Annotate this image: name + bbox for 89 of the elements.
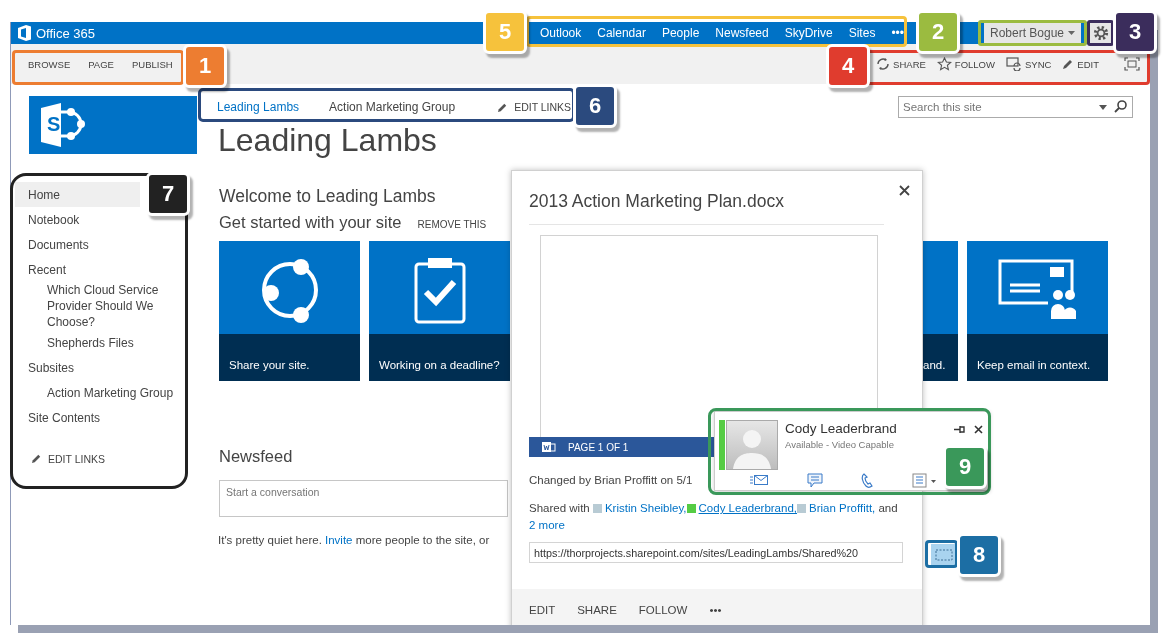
nav-subitem[interactable]: Action Marketing Group xyxy=(15,380,179,405)
phone-icon[interactable] xyxy=(861,472,874,488)
top-nav-link[interactable]: Leading Lambs xyxy=(217,100,300,114)
office-logo-icon xyxy=(18,25,32,41)
person-link[interactable]: Cody Leaderbrand, xyxy=(698,502,797,514)
suite-link[interactable]: Calendar xyxy=(597,26,646,40)
tile-caption: and. xyxy=(922,334,958,381)
callout-number: 5 xyxy=(483,10,527,54)
share-button[interactable]: SHARE xyxy=(876,57,926,71)
nav-subitem[interactable]: Shepherds Files xyxy=(15,330,179,355)
callout-number: 7 xyxy=(146,172,190,216)
top-nav-link[interactable]: Action Marketing Group xyxy=(329,100,456,114)
word-icon xyxy=(542,441,556,453)
callout-number: 3 xyxy=(1113,10,1157,54)
callout-number: 8 xyxy=(957,533,1001,577)
tile-caption: Share your site. xyxy=(219,334,360,381)
callout-number: 4 xyxy=(826,44,870,88)
pencil-icon xyxy=(497,101,509,113)
site-logo[interactable]: S xyxy=(29,96,197,154)
edit-links-button[interactable]: EDIT LINKS xyxy=(497,101,572,113)
chat-icon[interactable] xyxy=(806,472,823,488)
close-icon[interactable] xyxy=(899,185,910,196)
sync-icon xyxy=(1005,57,1022,71)
invite-link[interactable]: Invite xyxy=(325,534,353,546)
ribbon-tab[interactable]: PUBLISH xyxy=(131,58,173,70)
follow-button[interactable]: FOLLOW xyxy=(936,57,995,71)
suite-link[interactable]: ••• xyxy=(891,26,904,40)
close-icon[interactable] xyxy=(974,425,983,434)
nav-item[interactable]: Subsites xyxy=(15,355,140,380)
newsfeed-heading: Newsfeed xyxy=(219,447,293,466)
focus-icon[interactable] xyxy=(1124,57,1140,71)
user-menu[interactable]: Robert Bogue xyxy=(984,23,1081,43)
callout-number: 9 xyxy=(943,445,987,489)
nav-item[interactable]: Documents xyxy=(15,232,140,257)
search-field[interactable]: Search this site xyxy=(898,96,1133,118)
callout-action[interactable]: SHARE xyxy=(577,604,617,616)
suite-link[interactable]: People xyxy=(661,26,700,40)
edit-button[interactable]: EDIT xyxy=(1062,58,1099,70)
more-link[interactable]: 2 more xyxy=(529,519,565,531)
avatar-icon xyxy=(726,420,778,470)
callout-number: 6 xyxy=(573,84,617,128)
caret-icon xyxy=(1068,31,1076,35)
shared-with-text: Shared with Kristin Sheibley, Cody Leaderbrand, Brian Proffitt, and 2 more xyxy=(529,501,899,533)
tile-caption: Keep email in context. xyxy=(967,334,1108,381)
nav-subitem[interactable]: Which Cloud Service Provider Should We Choose? xyxy=(15,282,179,330)
conversation-field[interactable]: Start a conversation xyxy=(219,480,508,517)
nav-item[interactable]: Notebook xyxy=(15,207,140,232)
get-started-heading: Get started with your site xyxy=(219,213,402,232)
email-card-icon xyxy=(997,258,1078,321)
callout-number: 2 xyxy=(916,10,960,54)
suite-link[interactable]: Outlook xyxy=(539,26,582,40)
nav-item[interactable]: Recent xyxy=(15,257,140,282)
nav-item[interactable]: Home xyxy=(15,182,140,207)
search-icon[interactable] xyxy=(1114,100,1127,113)
brand-name[interactable]: Office 365 xyxy=(36,25,96,41)
url-field[interactable]: https://thorprojects.sharepoint.com/sites/LeadingLambs/Shared%20 xyxy=(529,542,903,563)
settings-icon xyxy=(1093,25,1109,41)
site-title: Leading Lambs xyxy=(218,121,437,159)
email-icon[interactable] xyxy=(750,474,769,486)
suite-link[interactable]: Sites xyxy=(848,26,876,40)
callout-action[interactable]: FOLLOW xyxy=(638,604,688,616)
person-link[interactable]: Brian Proffitt, xyxy=(809,502,876,514)
nav-item[interactable]: Site Contents xyxy=(15,405,140,430)
caret-icon[interactable] xyxy=(1099,105,1107,110)
callout-action[interactable]: EDIT xyxy=(529,604,556,616)
edit-links-button[interactable]: EDIT LINKS xyxy=(11,446,201,471)
suite-link[interactable]: Newsfeed xyxy=(715,26,769,40)
contact-status: Available - Video Capable xyxy=(785,438,895,451)
embed-icon[interactable] xyxy=(931,544,957,566)
callout-action[interactable]: ••• xyxy=(709,604,722,616)
ribbon-tab[interactable]: PAGE xyxy=(88,58,114,70)
welcome-heading: Welcome to Leading Lambs xyxy=(219,185,436,208)
document-title: 2013 Action Marketing Plan.docx xyxy=(529,190,784,213)
page-label: PAGE 1 OF 1 xyxy=(568,441,629,453)
star-icon xyxy=(936,57,952,71)
share-icon xyxy=(876,57,891,71)
pin-icon[interactable] xyxy=(954,425,965,434)
person-link[interactable]: Kristin Sheibley, xyxy=(604,502,687,514)
contact-details-icon[interactable] xyxy=(911,472,936,488)
remove-link[interactable]: REMOVE THIS xyxy=(417,219,487,230)
suite-link[interactable]: SkyDrive xyxy=(784,26,833,40)
callout-number: 1 xyxy=(183,44,227,88)
tile-caption: Working on a deadline? xyxy=(369,334,510,381)
ribbon-tab[interactable]: BROWSE xyxy=(28,58,71,70)
sync-button[interactable]: SYNC xyxy=(1005,57,1052,71)
changed-by-text: Changed by Brian Proffitt on 5/1 xyxy=(529,474,693,486)
pencil-icon xyxy=(31,453,42,464)
contact-name: Cody Leaderbrand xyxy=(785,420,897,438)
pencil-icon xyxy=(1062,58,1075,70)
